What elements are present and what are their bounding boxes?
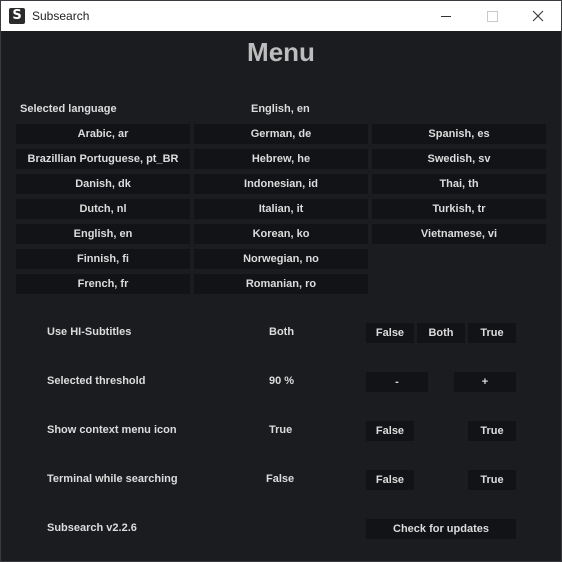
- language-button-pt-br[interactable]: Brazillian Portuguese, pt_BR: [16, 149, 190, 169]
- app-logo-icon: S: [9, 8, 25, 24]
- language-button-he[interactable]: Hebrew, he: [194, 149, 368, 169]
- hi-subtitles-label: Use HI-Subtitles: [47, 326, 132, 338]
- selected-language-label: Selected language: [20, 103, 117, 115]
- close-button[interactable]: [515, 1, 561, 31]
- hi-subtitles-value: Both: [269, 326, 295, 338]
- language-button-de[interactable]: German, de: [194, 124, 368, 144]
- check-updates-button[interactable]: Check for updates: [366, 519, 516, 539]
- window-title: Subsearch: [32, 9, 90, 23]
- language-button-tr[interactable]: Turkish, tr: [372, 199, 546, 219]
- language-button-id[interactable]: Indonesian, id: [194, 174, 368, 194]
- close-icon: [532, 10, 544, 22]
- language-button-fr[interactable]: French, fr: [16, 274, 190, 294]
- language-button-ar[interactable]: Arabic, ar: [16, 124, 190, 144]
- hi-subtitles-both-button[interactable]: Both: [417, 323, 465, 343]
- app-window: S Subsearch Menu Selected language Engli…: [0, 0, 562, 562]
- context-menu-false-button[interactable]: False: [366, 421, 414, 441]
- title-bar[interactable]: S Subsearch: [1, 1, 561, 31]
- page-title: Menu: [247, 37, 315, 67]
- terminal-true-button[interactable]: True: [468, 470, 516, 490]
- terminal-false-button[interactable]: False: [366, 470, 414, 490]
- language-button-en[interactable]: English, en: [16, 224, 190, 244]
- threshold-value: 90 %: [269, 375, 295, 387]
- threshold-decrease-button[interactable]: -: [366, 372, 428, 392]
- maximize-button[interactable]: [469, 1, 515, 31]
- minimize-button[interactable]: [423, 1, 469, 31]
- context-menu-label: Show context menu icon: [47, 424, 177, 436]
- version-label: Subsearch v2.2.6: [47, 522, 137, 534]
- selected-language-value: English, en: [251, 103, 310, 115]
- hi-subtitles-true-button[interactable]: True: [468, 323, 516, 343]
- language-button-it[interactable]: Italian, it: [194, 199, 368, 219]
- hi-subtitles-false-button[interactable]: False: [366, 323, 414, 343]
- terminal-value: False: [266, 473, 295, 485]
- language-button-sv[interactable]: Swedish, sv: [372, 149, 546, 169]
- language-button-fi[interactable]: Finnish, fi: [16, 249, 190, 269]
- context-menu-true-button[interactable]: True: [468, 421, 516, 441]
- terminal-label: Terminal while searching: [47, 473, 178, 485]
- language-button-no[interactable]: Norwegian, no: [194, 249, 368, 269]
- language-button-ko[interactable]: Korean, ko: [194, 224, 368, 244]
- threshold-increase-button[interactable]: +: [454, 372, 516, 392]
- language-button-nl[interactable]: Dutch, nl: [16, 199, 190, 219]
- threshold-label: Selected threshold: [47, 375, 146, 387]
- context-menu-value: True: [269, 424, 293, 436]
- language-button-dk[interactable]: Danish, dk: [16, 174, 190, 194]
- language-button-th[interactable]: Thai, th: [372, 174, 546, 194]
- language-button-es[interactable]: Spanish, es: [372, 124, 546, 144]
- language-button-vi[interactable]: Vietnamese, vi: [372, 224, 546, 244]
- language-button-ro[interactable]: Romanian, ro: [194, 274, 368, 294]
